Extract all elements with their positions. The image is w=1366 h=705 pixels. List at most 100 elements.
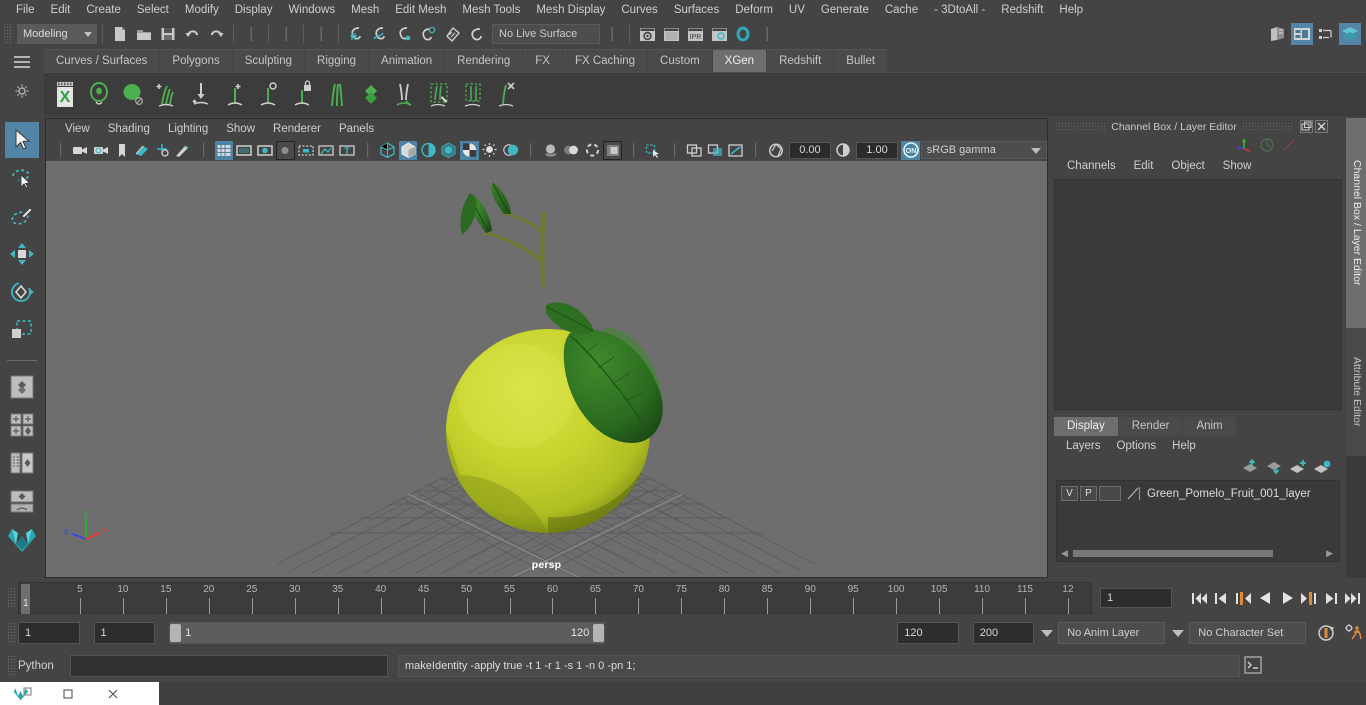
xgen-density-icon[interactable] [252, 75, 286, 115]
render-view-icon[interactable] [636, 23, 658, 45]
channel-box-menu-edit[interactable]: Edit [1125, 155, 1163, 177]
tool-settings-toggle-icon[interactable] [1315, 23, 1337, 45]
shelf-tab-custom[interactable]: Custom [648, 49, 712, 72]
menuset-selector[interactable]: Modeling [17, 24, 97, 44]
xgen-sculpt-icon[interactable] [422, 75, 456, 115]
layer-playback-toggle[interactable]: P [1080, 486, 1097, 501]
channel-box-menu-object[interactable]: Object [1162, 155, 1213, 177]
menu-deform[interactable]: Deform [727, 0, 781, 20]
playback-range-bar[interactable]: 1 120 [169, 622, 606, 644]
shelf-tab-rendering[interactable]: Rendering [445, 49, 523, 72]
play-forwards-icon[interactable] [1276, 587, 1298, 609]
go-to-start-icon[interactable] [1188, 587, 1210, 609]
dimmed-slash-icon[interactable] [1278, 136, 1300, 154]
animation-start-field[interactable]: 1 [18, 622, 80, 644]
panel-grip-left[interactable] [1055, 122, 1107, 131]
show-hide-editors-icon[interactable] [1267, 23, 1289, 45]
attribute-editor-toggle-icon[interactable] [1291, 23, 1313, 45]
layer-list-scrollbar[interactable]: ◀ ▶ [1061, 549, 1335, 558]
menu-uv[interactable]: UV [781, 0, 813, 20]
step-back-keyframe-icon[interactable] [1210, 587, 1232, 609]
layer-shading-toggle[interactable] [1099, 486, 1121, 501]
xgen-clump-icon[interactable] [354, 75, 388, 115]
shelf-tab-sculpting[interactable]: Sculpting [232, 49, 305, 72]
vtab-attribute-editor[interactable]: Attribute Editor [1346, 328, 1366, 456]
rotate-tool[interactable] [5, 274, 39, 310]
gamma-field[interactable]: 1.00 [855, 141, 899, 159]
viewport-menu-shading[interactable]: Shading [99, 119, 159, 139]
select-tool[interactable] [5, 122, 39, 158]
create-empty-layer-icon[interactable] [1286, 457, 1310, 477]
gate-mask-icon[interactable] [275, 140, 295, 160]
outliner-persp-layout[interactable] [5, 445, 39, 481]
lighting-icon[interactable] [481, 141, 499, 160]
texture-display-icon[interactable] [460, 140, 479, 160]
xray-joints-icon[interactable] [685, 141, 703, 160]
gamma-icon[interactable] [834, 141, 852, 160]
scale-tool[interactable] [5, 312, 39, 348]
shelf-tab-redshift[interactable]: Redshift [767, 49, 834, 72]
shelf-tab-rigging[interactable]: Rigging [305, 49, 369, 72]
isolate-select-icon[interactable] [603, 140, 622, 160]
smooth-shading-icon[interactable] [398, 140, 418, 160]
menu-edit[interactable]: Edit [43, 0, 79, 20]
shelf-tab-curves-surfaces[interactable]: Curves / Surfaces [44, 49, 160, 72]
menu-redshift[interactable]: Redshift [993, 0, 1051, 20]
create-layer-from-selected-icon[interactable] [1310, 457, 1334, 477]
close-window-icon[interactable] [90, 682, 135, 705]
menu-help[interactable]: Help [1051, 0, 1091, 20]
grid-snap-icon[interactable] [644, 141, 662, 160]
dimmed-circle-icon[interactable] [1256, 136, 1278, 154]
panel-grip-right[interactable] [1241, 122, 1293, 131]
film-gate-icon[interactable] [235, 141, 253, 160]
channel-box-menu-show[interactable]: Show [1214, 155, 1261, 177]
select-camera-icon[interactable] [71, 141, 89, 160]
menu-curves[interactable]: Curves [613, 0, 665, 20]
grease-pencil-icon[interactable] [174, 141, 192, 160]
shelf-tab-fx-caching[interactable]: FX Caching [562, 49, 648, 72]
select-by-object-icon[interactable] [275, 23, 297, 45]
hypergraph-persp-layout[interactable] [5, 483, 39, 519]
menu-mesh-display[interactable]: Mesh Display [528, 0, 613, 20]
channel-box-content[interactable] [1054, 179, 1342, 410]
play-backwards-icon[interactable] [1254, 587, 1276, 609]
viewport-menu-view[interactable]: View [56, 119, 99, 139]
bookmark-icon[interactable] [112, 141, 130, 160]
shelf-tab-bullet[interactable]: Bullet [834, 49, 888, 72]
step-back-frame-icon[interactable] [1232, 587, 1254, 609]
xgen-delete-icon[interactable] [490, 75, 524, 115]
open-scene-icon[interactable] [133, 23, 155, 45]
command-line-grip[interactable] [7, 655, 16, 677]
menu-create[interactable]: Create [78, 0, 129, 20]
status-line-grip[interactable] [3, 23, 12, 45]
menu-edit-mesh[interactable]: Edit Mesh [387, 0, 454, 20]
layer-menu-options[interactable]: Options [1109, 436, 1165, 456]
undock-icon[interactable] [1300, 120, 1313, 133]
menu-mesh-tools[interactable]: Mesh Tools [454, 0, 528, 20]
x-ray-icon[interactable] [440, 141, 458, 160]
menu-mesh[interactable]: Mesh [343, 0, 387, 20]
motion-blur-icon[interactable] [562, 141, 580, 160]
xgen-comb-icon[interactable] [320, 75, 354, 115]
xgen-lock-guide-icon[interactable] [286, 75, 320, 115]
shelf-tab-polygons[interactable]: Polygons [160, 49, 232, 72]
wireframe-shading-icon[interactable] [378, 141, 396, 160]
image-plane-icon[interactable] [133, 141, 151, 160]
auto-keyframe-icon[interactable] [1314, 622, 1338, 644]
select-by-component-icon[interactable] [310, 23, 332, 45]
shelf-tab-animation[interactable]: Animation [369, 49, 445, 72]
scroll-right-arrow-icon[interactable]: ▶ [1326, 549, 1333, 558]
snap-to-curve-icon[interactable] [369, 23, 391, 45]
four-view-layout[interactable] [5, 407, 39, 443]
paint-select-tool[interactable] [5, 198, 39, 234]
scroll-left-arrow-icon[interactable]: ◀ [1061, 549, 1068, 558]
axis-gizmo-icon[interactable] [1234, 136, 1256, 154]
render-current-frame-icon[interactable] [660, 23, 682, 45]
display-layer-list[interactable]: V P Green_Pomelo_Fruit_001_layer ◀ ▶ [1056, 480, 1340, 562]
vtab-channel-box-layer-editor[interactable]: Channel Box / Layer Editor [1346, 118, 1366, 328]
viewport-menu-renderer[interactable]: Renderer [264, 119, 330, 139]
time-slider[interactable]: 1 5 10 15 20 25 30 35 40 45 50 55 60 65 70 75 80 85 90 95 1… [18, 582, 1092, 614]
anim-layer-selector[interactable]: No Anim Layer [1058, 622, 1166, 644]
command-input[interactable] [70, 655, 388, 677]
hypershade-icon[interactable] [732, 23, 754, 45]
